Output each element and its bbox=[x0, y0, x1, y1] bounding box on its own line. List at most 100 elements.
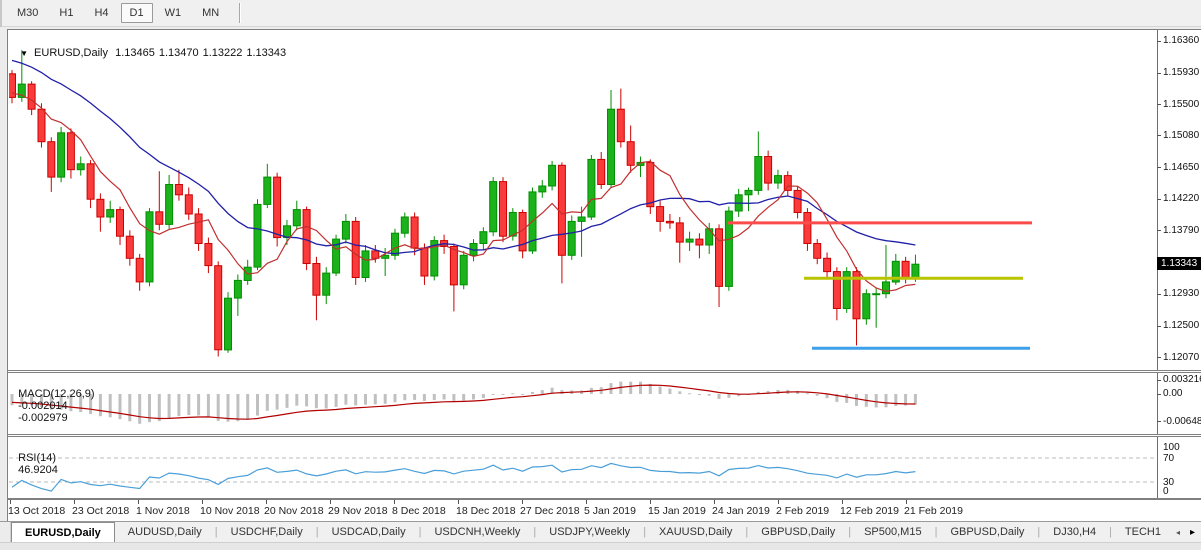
candle-body bbox=[38, 109, 45, 142]
date-axis-tick bbox=[74, 500, 75, 504]
rsi-label: RSI(14) 46.9204 bbox=[12, 440, 58, 476]
ohlc-close: 1.13343 bbox=[246, 47, 286, 59]
candle-body bbox=[578, 217, 585, 221]
candle bbox=[539, 180, 546, 198]
macd-bar bbox=[894, 394, 897, 406]
date-axis-tick bbox=[394, 500, 395, 504]
macd-signal-line bbox=[12, 385, 915, 419]
candle bbox=[67, 128, 74, 178]
price-axis-label: 1.13790 bbox=[1163, 225, 1201, 236]
candle bbox=[804, 208, 811, 251]
macd-bar bbox=[806, 393, 809, 394]
candle-body bbox=[215, 266, 222, 350]
macd-axis-label: -0.006485 bbox=[1163, 416, 1201, 427]
candle-body bbox=[509, 213, 516, 237]
date-axis-label: 1 Nov 2018 bbox=[136, 505, 190, 517]
timeframe-button-mn[interactable]: MN bbox=[193, 3, 228, 23]
timeframe-button-h4[interactable]: H4 bbox=[85, 3, 117, 23]
candle-body bbox=[225, 298, 232, 350]
candle bbox=[97, 193, 104, 231]
candle bbox=[58, 127, 65, 182]
macd-value-main: -0.002014 bbox=[18, 400, 68, 412]
candle-body bbox=[666, 221, 673, 223]
chart-dropdown-icon[interactable]: ▼ bbox=[20, 49, 28, 58]
tab-sp500-m15[interactable]: SP500,M15 bbox=[851, 522, 934, 542]
tab-usdchf-daily[interactable]: USDCHF,Daily bbox=[218, 522, 316, 542]
candle bbox=[784, 171, 791, 196]
candle-body bbox=[912, 264, 919, 277]
macd-bar bbox=[639, 382, 642, 394]
macd-bar bbox=[403, 394, 406, 400]
rsi-name: RSI(14) bbox=[18, 452, 56, 464]
tab-scroll-left-icon[interactable]: ◂ bbox=[1176, 528, 1180, 537]
tab-scroll-right-icon[interactable]: ▸ bbox=[1190, 527, 1195, 538]
candle bbox=[225, 292, 232, 353]
candle-body bbox=[107, 210, 114, 217]
symbol-header: ▼EURUSD,Daily 1.134651.134701.132221.133… bbox=[14, 35, 290, 59]
price-axis-label: 1.14220 bbox=[1163, 193, 1201, 204]
candle-body bbox=[765, 157, 772, 184]
timeframe-button-h1[interactable]: H1 bbox=[50, 3, 82, 23]
candle-body bbox=[392, 233, 399, 255]
tab-gbpusd-daily[interactable]: GBPUSD,Daily bbox=[748, 522, 848, 542]
candle bbox=[637, 157, 644, 178]
candle bbox=[185, 188, 192, 220]
tab-usdjpy-weekly[interactable]: USDJPY,Weekly bbox=[536, 522, 643, 542]
date-axis-label: 15 Jan 2019 bbox=[648, 505, 706, 517]
tab-usdcnh-weekly[interactable]: USDCNH,Weekly bbox=[421, 522, 533, 542]
candle-body bbox=[156, 212, 163, 225]
candle-body bbox=[293, 210, 300, 226]
price-axis-label: 1.12070 bbox=[1163, 352, 1201, 363]
candle-body bbox=[421, 248, 428, 276]
date-axis-tick bbox=[522, 500, 523, 504]
timeframe-button-d1[interactable]: D1 bbox=[121, 3, 153, 23]
candle-body bbox=[755, 157, 762, 191]
tab-xauusd-daily[interactable]: XAUUSD,Daily bbox=[646, 522, 745, 542]
tab-scroll-controls: ◂ ▸ bbox=[1176, 522, 1201, 542]
main-price-pane[interactable] bbox=[9, 30, 1157, 369]
candle-body bbox=[745, 190, 752, 194]
candle-body bbox=[87, 164, 94, 199]
candle bbox=[205, 238, 212, 274]
macd-label: MACD(12,26,9) -0.002014 -0.002979 bbox=[12, 376, 95, 424]
tab-tech1[interactable]: TECH1 bbox=[1112, 522, 1174, 542]
candle-body bbox=[313, 264, 320, 296]
macd-bar bbox=[678, 391, 681, 394]
chart-tab-bar: EURUSD,DailyAUDUSD,Daily|USDCHF,Daily|US… bbox=[0, 522, 1201, 542]
tab-eurusd-daily[interactable]: EURUSD,Daily bbox=[11, 522, 115, 542]
candle bbox=[195, 208, 202, 251]
tab-dj30-h4[interactable]: DJ30,H4 bbox=[1040, 522, 1109, 542]
candle bbox=[293, 201, 300, 231]
macd-bar bbox=[364, 394, 367, 405]
tab-usdcad-daily[interactable]: USDCAD,Daily bbox=[319, 522, 419, 542]
date-axis-tick bbox=[138, 500, 139, 504]
macd-bar bbox=[688, 393, 691, 394]
macd-bar bbox=[305, 394, 308, 406]
tab-audusd-daily[interactable]: AUDUSD,Daily bbox=[115, 522, 215, 542]
macd-pane[interactable] bbox=[9, 373, 1157, 433]
candle bbox=[814, 239, 821, 264]
candle bbox=[313, 257, 320, 321]
candle bbox=[608, 90, 615, 188]
candle bbox=[892, 254, 899, 285]
date-axis-tick bbox=[458, 500, 459, 504]
ohlc-open: 1.13465 bbox=[115, 47, 155, 59]
candle bbox=[647, 159, 654, 214]
candle-body bbox=[372, 251, 379, 258]
timeframe-button-w1[interactable]: W1 bbox=[156, 3, 191, 23]
tab-gbpusd-daily[interactable]: GBPUSD,Daily bbox=[937, 522, 1037, 542]
date-axis-tick bbox=[906, 500, 907, 504]
macd-bar bbox=[708, 394, 711, 396]
date-axis-tick bbox=[266, 500, 267, 504]
macd-bar bbox=[138, 394, 141, 424]
rsi-pane[interactable] bbox=[9, 437, 1157, 497]
price-axis-tick bbox=[1157, 41, 1161, 42]
date-axis-label: 10 Nov 2018 bbox=[200, 505, 260, 517]
macd-bar bbox=[845, 394, 848, 403]
price-axis-label: 1.12500 bbox=[1163, 320, 1201, 331]
candle-body bbox=[146, 212, 153, 282]
timeframe-button-m30[interactable]: M30 bbox=[8, 3, 47, 23]
candle-body bbox=[824, 258, 831, 271]
candle-body bbox=[814, 244, 821, 259]
macd-bar bbox=[266, 394, 269, 411]
